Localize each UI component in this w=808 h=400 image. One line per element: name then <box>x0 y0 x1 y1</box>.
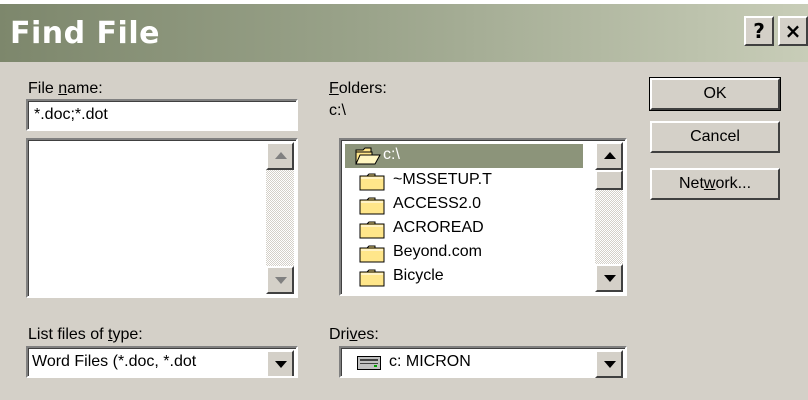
file-list-scrollbar[interactable] <box>266 142 294 294</box>
folder-icon <box>359 197 385 215</box>
drive-value: c: MICRON <box>389 353 471 370</box>
file-name-value: *.doc;*.dot <box>34 106 108 123</box>
folder-tree-scroll-thumb[interactable] <box>595 170 623 190</box>
chevron-down-icon <box>275 361 287 368</box>
folder-name: Beyond.com <box>393 243 482 260</box>
folder-name: c:\ <box>383 146 400 163</box>
close-icon: × <box>784 19 802 43</box>
help-button[interactable]: ? <box>744 16 774 46</box>
arrow-up-icon <box>604 152 616 159</box>
folder-icon <box>359 173 385 191</box>
file-list-scroll-up-button[interactable] <box>266 142 294 170</box>
folder-icon <box>359 245 385 263</box>
title-bar[interactable]: Find File ? × <box>0 4 808 62</box>
folders-label: Folders: <box>329 80 387 97</box>
dialog-title: Find File <box>10 16 160 51</box>
folder-name: ACCESS2.0 <box>393 195 482 212</box>
list-files-type-label: List files of type: <box>28 326 143 343</box>
drive-icon <box>357 356 381 370</box>
chevron-down-icon <box>604 361 616 368</box>
current-folder-path: c:\ <box>329 102 346 119</box>
folder-tree-scroll-down-button[interactable] <box>595 264 623 292</box>
folder-tree[interactable]: c:\ ~MSSETUP.T ACCESS2.0 ACROREAD Beyond… <box>339 138 627 296</box>
file-type-value: Word Files (*.doc, *.dot <box>32 353 197 370</box>
find-file-dialog: Find File ? × File name: *.doc;*.dot Fol… <box>0 0 808 400</box>
ok-button[interactable]: OK <box>649 77 781 111</box>
folder-item-root[interactable]: c:\ <box>345 144 583 168</box>
folder-name: Bicycle <box>393 267 444 284</box>
arrow-down-icon <box>604 275 616 282</box>
folder-icon <box>359 269 385 287</box>
file-list[interactable] <box>26 138 298 298</box>
folder-name: ~MSSETUP.T <box>393 171 492 188</box>
folder-tree-scrollbar[interactable] <box>595 142 623 292</box>
folder-icon <box>359 221 385 239</box>
drive-dropdown-button[interactable] <box>595 350 623 378</box>
open-folder-icon <box>355 147 381 165</box>
folder-tree-scroll-up-button[interactable] <box>595 142 623 170</box>
file-list-scroll-down-button[interactable] <box>266 266 294 294</box>
drives-label: Drives: <box>329 326 379 343</box>
network-button[interactable]: Network... <box>650 168 780 200</box>
close-button[interactable]: × <box>778 16 808 46</box>
file-name-input[interactable]: *.doc;*.dot <box>26 99 298 131</box>
file-type-select[interactable]: Word Files (*.doc, *.dot <box>26 346 298 378</box>
file-name-label: File name: <box>28 80 103 97</box>
arrow-up-icon <box>275 152 287 159</box>
help-icon: ? <box>753 19 765 43</box>
file-type-dropdown-button[interactable] <box>266 350 294 376</box>
folder-name: ACROREAD <box>393 219 484 236</box>
cancel-button[interactable]: Cancel <box>650 121 780 153</box>
drive-select[interactable]: c: MICRON <box>339 346 627 378</box>
arrow-down-icon <box>275 277 287 284</box>
